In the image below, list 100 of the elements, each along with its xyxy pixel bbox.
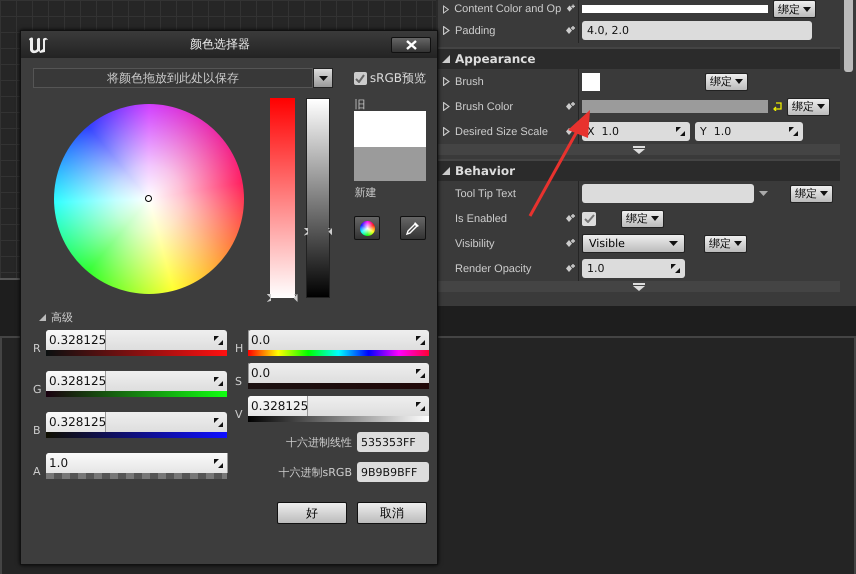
channel-label: G [33, 382, 43, 396]
property-name: Padding [455, 24, 496, 36]
tooltip-text-field[interactable] [582, 184, 754, 203]
property-name: Is Enabled [455, 212, 508, 224]
old-color-label: 旧 [354, 97, 366, 111]
property-name: Desired Size Scale [455, 126, 549, 138]
channel-label: S [235, 374, 243, 388]
section-header[interactable]: Appearance [438, 47, 840, 69]
color-value-bar[interactable] [582, 100, 768, 113]
hex-label: 十六进制线性 [286, 434, 352, 450]
channel-label: A [33, 464, 42, 478]
color-wheel-button[interactable] [354, 216, 380, 240]
hex-field[interactable]: 9B9B9BFF [357, 462, 429, 482]
channel-label: B [33, 424, 42, 436]
number-spinner[interactable]: 0.0 [248, 363, 429, 383]
number-spinner[interactable]: 0.328125 [248, 396, 429, 416]
collapse-triangle-icon [442, 167, 450, 175]
number-spinner[interactable]: 0.328125 [46, 330, 227, 350]
value-bar[interactable] [306, 98, 330, 298]
eyedropper-button[interactable] [400, 216, 426, 240]
color-value-bar[interactable] [582, 5, 768, 13]
caret-icon [318, 76, 328, 80]
expand-triangle-icon[interactable] [443, 77, 450, 86]
drag-arrows-icon [416, 402, 425, 410]
property-name: Render Opacity [455, 262, 532, 274]
number-spinner[interactable]: 0.0 [248, 330, 429, 350]
dialog-button[interactable]: 取消 [357, 502, 427, 524]
caret-icon [817, 104, 825, 109]
property-name: Content Color and Op [454, 3, 562, 15]
expand-triangle-icon[interactable] [443, 4, 450, 14]
color-wheel-icon [360, 220, 375, 236]
property-binding-icon[interactable] [565, 26, 576, 36]
text-field[interactable]: 4.0, 2.0 [582, 21, 812, 40]
drag-arrows-icon [416, 336, 425, 344]
drag-arrows-icon [214, 458, 223, 468]
brush-swatch[interactable] [582, 72, 600, 90]
property-binding-icon[interactable] [565, 264, 576, 274]
caret-icon [651, 216, 659, 221]
property-name: Visibility [455, 238, 496, 250]
color-drop-zone[interactable]: 将颜色拖放到此处以保存 [33, 68, 313, 88]
bind-button[interactable]: 绑定 [705, 72, 748, 90]
reset-arrow-icon[interactable] [773, 102, 782, 111]
section-header[interactable]: Behavior [438, 159, 840, 181]
bind-button[interactable]: 绑定 [790, 184, 833, 202]
bind-button[interactable]: 绑定 [704, 234, 747, 252]
bind-button[interactable]: 绑定 [787, 98, 830, 116]
eyedropper-icon [405, 220, 421, 236]
new-color-swatch [354, 147, 426, 181]
enabled-checkbox[interactable] [582, 212, 596, 226]
drag-arrows-icon [671, 264, 680, 273]
property-name: Brush Color [455, 100, 514, 112]
collapse-triangle-icon [442, 55, 450, 63]
logo-icon [27, 36, 49, 54]
old-color-swatch [354, 111, 426, 147]
channel-label: R [33, 342, 42, 354]
hex-label: 十六进制sRGB [278, 464, 352, 480]
visibility-dropdown[interactable]: Visible [582, 234, 685, 253]
close-button[interactable] [391, 36, 431, 52]
channel-label: H [235, 342, 244, 354]
dialog-button[interactable]: 好 [277, 502, 347, 524]
number-field[interactable]: 1.0 [582, 259, 685, 278]
drag-arrows-icon [214, 418, 223, 426]
bind-button[interactable]: 绑定 [773, 0, 816, 18]
number-spinner[interactable]: 0.328125 [46, 371, 227, 391]
srgb-checkbox[interactable] [354, 72, 367, 84]
property-binding-icon[interactable] [565, 238, 576, 248]
expand-triangle-icon[interactable] [443, 102, 450, 111]
property-binding-icon[interactable] [566, 4, 576, 14]
collapse-triangle-icon [39, 314, 46, 321]
expand-triangle-icon[interactable] [443, 127, 450, 136]
number-spinner[interactable]: 1.0 [46, 453, 227, 473]
vector-y-field[interactable]: Y 1.0 [695, 122, 803, 141]
property-name: Tool Tip Text [455, 188, 517, 200]
bind-button[interactable]: 绑定 [621, 210, 664, 228]
drag-arrows-icon [676, 127, 685, 136]
drag-arrows-icon [214, 336, 223, 344]
advanced-label: 高级 [51, 310, 73, 325]
caret-icon [669, 241, 678, 246]
expand-more-icon[interactable] [633, 282, 645, 290]
number-spinner[interactable]: 0.328125 [46, 412, 227, 432]
caret-icon [734, 241, 742, 246]
vector-x-field[interactable]: X 1.0 [582, 122, 690, 141]
property-name: Brush [455, 76, 485, 88]
expand-triangle-icon[interactable] [443, 26, 450, 35]
checkbox-label: sRGB预览 [370, 70, 426, 86]
close-icon [406, 40, 416, 50]
property-binding-icon[interactable] [565, 214, 576, 224]
hex-field[interactable]: 535353FF [357, 432, 429, 452]
scrollbar[interactable] [844, 0, 853, 72]
advanced-toggle[interactable]: 高级 [39, 310, 73, 325]
caret-icon [735, 79, 743, 84]
wheel-marker[interactable] [145, 195, 152, 202]
property-binding-icon[interactable] [565, 102, 576, 112]
drag-arrows-icon [214, 376, 223, 386]
dropdown-button[interactable] [313, 68, 333, 88]
caret-icon[interactable] [759, 191, 768, 196]
drag-arrows-icon [416, 368, 425, 378]
expand-more-icon[interactable] [633, 146, 645, 154]
new-color-label: 新建 [354, 185, 378, 199]
caret-icon [803, 6, 811, 12]
